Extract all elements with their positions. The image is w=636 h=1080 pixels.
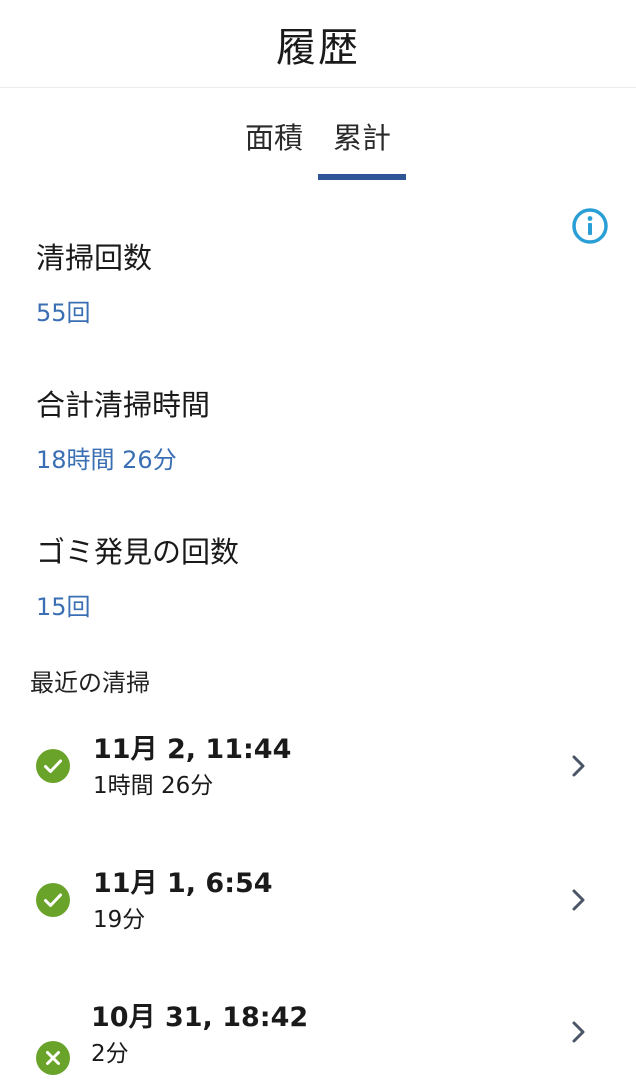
check-circle-icon bbox=[36, 749, 70, 783]
stat-dirt-found-count: ゴミ発見の回数 15回 bbox=[36, 534, 239, 622]
page-title: 履歴 bbox=[276, 24, 360, 71]
cleaning-date: 10月 31, 18:42 bbox=[91, 1002, 309, 1033]
recent-cleaning-item[interactable]: 10月 31, 18:42 2分 bbox=[0, 996, 636, 1080]
recent-cleaning-item[interactable]: 11月 1, 6:54 19分 bbox=[0, 862, 636, 972]
cleaning-duration: 2分 bbox=[91, 1041, 129, 1067]
chevron-right-icon bbox=[572, 755, 585, 777]
cleaning-duration: 1時間 26分 bbox=[93, 773, 214, 799]
tab-total-label: 累計 bbox=[332, 121, 391, 155]
stat-value: 55回 bbox=[36, 299, 91, 327]
stat-value: 18時間 26分 bbox=[36, 446, 177, 474]
stat-label: 合計清掃時間 bbox=[36, 388, 211, 422]
stat-label: ゴミ発見の回数 bbox=[36, 535, 240, 569]
chevron-right-icon bbox=[572, 1021, 585, 1043]
recent-cleaning-heading: 最近の清掃 bbox=[30, 669, 150, 697]
stat-label: 清掃回数 bbox=[36, 241, 153, 275]
cleaning-date: 11月 2, 11:44 bbox=[93, 734, 292, 765]
cleaning-duration: 19分 bbox=[93, 907, 146, 933]
chevron-right-icon bbox=[572, 889, 585, 911]
tab-area[interactable]: 面積 bbox=[232, 110, 316, 180]
tab-bar: 面積 累計 bbox=[0, 110, 636, 180]
stat-total-cleaning-time: 合計清掃時間 18時間 26分 bbox=[36, 387, 210, 475]
tab-total[interactable]: 累計 bbox=[318, 110, 406, 180]
active-tab-indicator bbox=[318, 174, 406, 180]
stat-cleaning-count: 清掃回数 55回 bbox=[36, 240, 152, 328]
history-screen: 履歴 面積 累計 清掃回数 55回 合計清掃時間 18時間 26分 ゴミ発見の回… bbox=[0, 0, 636, 1080]
info-icon[interactable] bbox=[571, 207, 609, 245]
check-circle-icon bbox=[36, 883, 70, 917]
x-circle-icon bbox=[36, 1041, 70, 1075]
stat-value: 15回 bbox=[36, 593, 91, 621]
tab-area-label: 面積 bbox=[244, 121, 303, 155]
recent-cleaning-item[interactable]: 11月 2, 11:44 1時間 26分 bbox=[0, 728, 636, 838]
cleaning-date: 11月 1, 6:54 bbox=[93, 868, 273, 899]
app-header: 履歴 bbox=[0, 0, 636, 88]
